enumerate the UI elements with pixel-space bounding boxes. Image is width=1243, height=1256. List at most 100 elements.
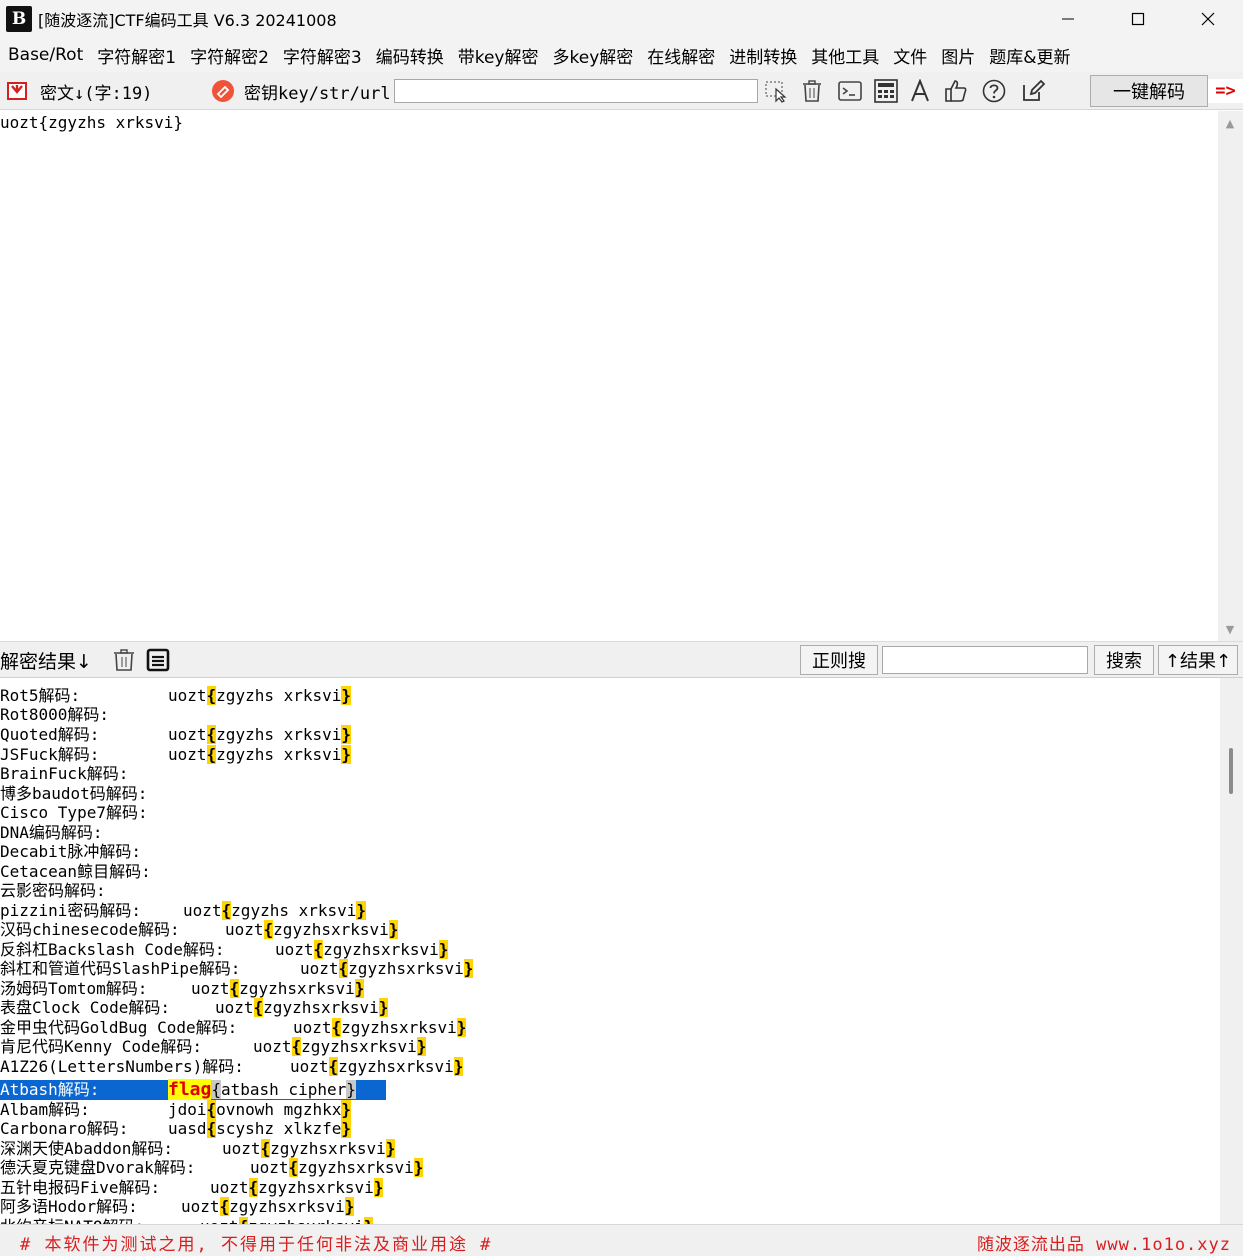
menu-char-decrypt-1[interactable]: 字符解密1 xyxy=(93,43,186,68)
result-value: uozt{zgyzhsxrksvi} xyxy=(300,959,474,979)
delete-input-button[interactable] xyxy=(798,78,826,104)
one-click-decode-button[interactable]: 一键解码 xyxy=(1090,75,1208,107)
maximize-button[interactable] xyxy=(1103,0,1173,38)
regex-search-button[interactable]: 正则搜 xyxy=(800,645,878,675)
calculator-button[interactable] xyxy=(872,78,900,104)
result-body: zgyzhs xrksvi xyxy=(231,901,357,920)
key-label: 密钥key/str/url: xyxy=(244,83,401,104)
result-row[interactable]: Albam解码: jdoi{ovnowh mgzhkx} xyxy=(0,1100,352,1120)
copy-results-button[interactable] xyxy=(146,642,170,678)
results-scroll-thumb[interactable] xyxy=(1229,748,1233,794)
result-value: uozt{zgyzhsxrksvi} xyxy=(210,1178,384,1198)
result-row[interactable]: DNA编码解码: xyxy=(0,823,103,843)
results-scrollbar[interactable] xyxy=(1220,678,1243,1224)
result-search-input[interactable] xyxy=(882,646,1088,674)
brace-open: { xyxy=(253,998,264,1017)
result-row[interactable]: 表盘Clock Code解码: uozt{zgyzhsxrksvi} xyxy=(0,998,389,1018)
cipher-label: 密文↓(字:19) xyxy=(40,83,153,104)
minimize-button[interactable] xyxy=(1033,0,1103,38)
close-button[interactable] xyxy=(1173,0,1243,38)
font-button[interactable] xyxy=(906,78,934,104)
font-icon xyxy=(911,79,929,102)
menu-base-rot[interactable]: Base/Rot xyxy=(4,45,93,65)
trash-icon xyxy=(803,80,821,102)
menu-file[interactable]: 文件 xyxy=(889,43,937,68)
result-row[interactable]: JSFuck解码: uozt{zgyzhs xrksvi} xyxy=(0,745,352,765)
result-value: uozt{zgyzhsxrksvi} xyxy=(290,1057,464,1077)
help-button[interactable] xyxy=(980,78,1008,104)
result-row[interactable]: 金甲虫代码GoldBug Code解码: uozt{zgyzhsxrksvi} xyxy=(0,1018,467,1038)
brace-close: } xyxy=(341,1119,352,1138)
result-row[interactable]: 五针电报码Five解码: uozt{zgyzhsxrksvi} xyxy=(0,1178,384,1198)
result-row[interactable]: 博多baudot码解码: xyxy=(0,784,147,804)
search-button[interactable]: 搜索 xyxy=(1094,645,1154,675)
menu-online-decrypt[interactable]: 在线解密 xyxy=(643,43,725,68)
menu-other-tools[interactable]: 其他工具 xyxy=(807,43,889,68)
result-row[interactable]: 阿多语Hodor解码: uozt{zgyzhsxrksvi} xyxy=(0,1197,355,1217)
menu-update[interactable]: 题库&更新 xyxy=(985,43,1080,68)
ciphertext-input-area[interactable]: uozt{zgyzhs xrksvi} xyxy=(0,111,1218,641)
result-row[interactable]: Cetacean鲸目解码: xyxy=(0,862,151,882)
result-row[interactable]: 汤姆码Tomtom解码: uozt{zgyzhsxrksvi} xyxy=(0,979,365,999)
output-arrow: => xyxy=(1208,79,1243,103)
result-row[interactable]: 德沃夏克键盘Dvorak解码: uozt{zgyzhsxrksvi} xyxy=(0,1158,424,1178)
menu-char-decrypt-2[interactable]: 字符解密2 xyxy=(186,43,279,68)
result-row[interactable]: Decabit脉冲解码: xyxy=(0,842,141,862)
result-prefix: uozt xyxy=(275,940,314,959)
scroll-up-icon[interactable]: ▲ xyxy=(1218,113,1242,133)
result-row[interactable]: A1Z26(LettersNumbers)解码: uozt{zgyzhsxrksv… xyxy=(0,1057,464,1077)
result-row[interactable]: 云影密码解码: xyxy=(0,881,106,901)
result-row[interactable]: Carbonaro解码: uasd{scyshz xlkzfe} xyxy=(0,1119,352,1139)
menu-char-decrypt-3[interactable]: 字符解密3 xyxy=(279,43,372,68)
input-scrollbar[interactable]: ▲ ▼ xyxy=(1218,111,1243,641)
result-row-selected[interactable]: Atbash解码: flag{atbash cipher} xyxy=(0,1079,386,1100)
clear-key-button[interactable] xyxy=(211,72,235,110)
clear-results-button[interactable] xyxy=(112,642,136,678)
brace-close: } xyxy=(438,940,449,959)
result-row[interactable]: Rot5解码: uozt{zgyzhs xrksvi} xyxy=(0,686,352,706)
result-row[interactable]: Cisco Type7解码: xyxy=(0,803,148,823)
result-label: Cetacean鲸目解码: xyxy=(0,862,151,881)
like-button[interactable] xyxy=(942,78,970,104)
menu-multi-key-decrypt[interactable]: 多key解密 xyxy=(549,43,644,68)
title-bar: B [随波逐流]CTF编码工具 V6.3 20241008 xyxy=(0,0,1243,38)
brace-close: } xyxy=(373,1178,384,1197)
key-input[interactable] xyxy=(394,79,758,103)
result-row[interactable]: 北约音标NATO解码: uozt{zgyzhsxrksvi} xyxy=(0,1217,374,1224)
brace-open: { xyxy=(248,1178,259,1197)
select-button[interactable] xyxy=(762,78,790,104)
result-row[interactable]: 肯尼代码Kenny Code解码: uozt{zgyzhsxrksvi} xyxy=(0,1037,427,1057)
result-row[interactable]: 反斜杠Backslash Code解码: uozt{zgyzhsxrksvi} xyxy=(0,940,449,960)
result-row[interactable]: 斜杠和管道代码SlashPipe解码: uozt{zgyzhsxrksvi} xyxy=(0,959,474,979)
result-label: 肯尼代码Kenny Code解码: xyxy=(0,1037,202,1056)
result-row[interactable]: 汉码chinesecode解码: uozt{zgyzhsxrksvi} xyxy=(0,920,399,940)
brace-open: { xyxy=(291,1037,302,1056)
menu-image[interactable]: 图片 xyxy=(937,43,985,68)
ciphertext-text[interactable]: uozt{zgyzhs xrksvi} xyxy=(0,113,183,132)
import-button[interactable] xyxy=(6,72,28,110)
result-up-button[interactable]: ↑结果↑ xyxy=(1158,645,1238,675)
brace-close: } xyxy=(341,725,352,744)
edit-button[interactable] xyxy=(1019,78,1047,104)
result-row[interactable]: Quoted解码: uozt{zgyzhs xrksvi} xyxy=(0,725,352,745)
result-row[interactable]: 深渊天使Abaddon解码: uozt{zgyzhsxrksvi} xyxy=(0,1139,396,1159)
result-label: Rot5解码: xyxy=(0,686,81,705)
result-row[interactable]: Rot8000解码: xyxy=(0,705,109,725)
result-label: 解密结果↓ xyxy=(0,650,92,673)
brace-open: { xyxy=(328,1057,339,1076)
brace-close: } xyxy=(378,998,389,1017)
result-body: zgyzhsxrksvi xyxy=(338,1057,454,1076)
result-row[interactable]: BrainFuck解码: xyxy=(0,764,128,784)
menu-key-decrypt[interactable]: 带key解密 xyxy=(454,43,549,68)
brace-open: { xyxy=(206,686,217,705)
scroll-down-icon[interactable]: ▼ xyxy=(1218,619,1242,639)
menu-encoding-convert[interactable]: 编码转换 xyxy=(372,43,454,68)
results-area[interactable]: Rot5解码: uozt{zgyzhs xrksvi} Rot8000解码: Quot… xyxy=(0,678,1220,1224)
terminal-button[interactable] xyxy=(836,78,864,104)
window-title: [随波逐流]CTF编码工具 V6.3 20241008 xyxy=(38,11,337,30)
brace-close: } xyxy=(416,1037,427,1056)
result-row[interactable]: pizzini密码解码: uozt{zgyzhs xrksvi} xyxy=(0,901,367,921)
result-label: Atbash解码: xyxy=(0,1080,100,1099)
menu-base-convert[interactable]: 进制转换 xyxy=(725,43,807,68)
result-value: uozt{zgyzhsxrksvi} xyxy=(200,1217,374,1224)
